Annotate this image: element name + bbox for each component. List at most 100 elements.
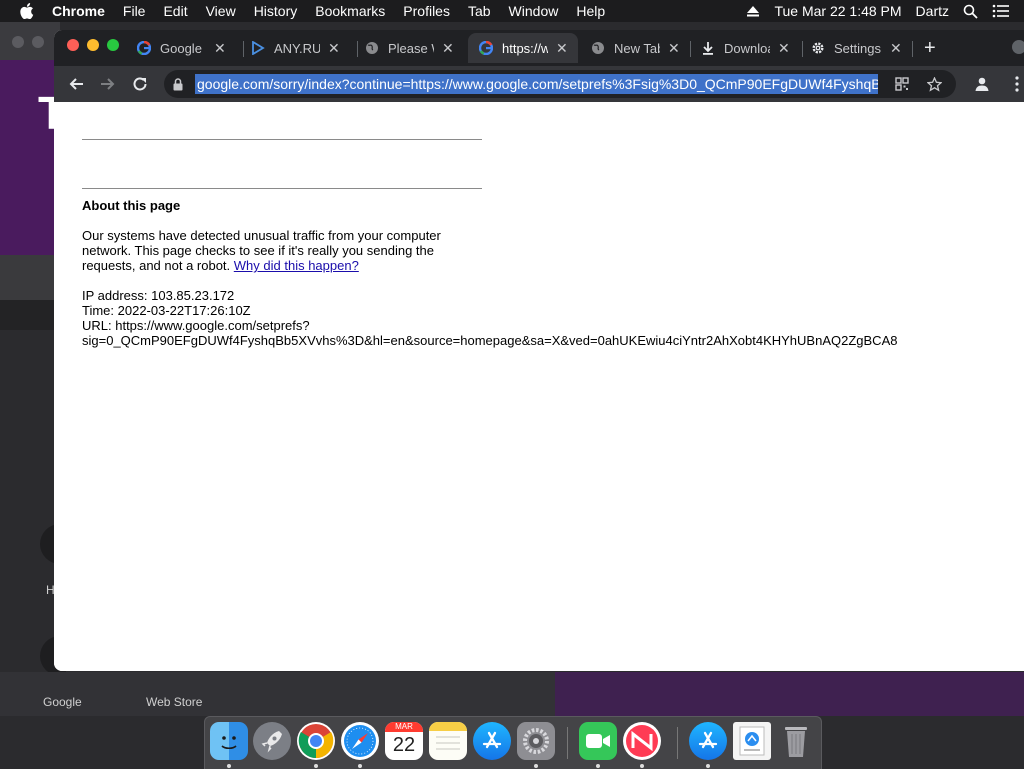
shortcut-google-label[interactable]: Google xyxy=(43,695,82,709)
globe-icon xyxy=(590,40,606,56)
google-icon xyxy=(136,40,152,56)
eject-icon[interactable] xyxy=(746,5,760,17)
download-icon xyxy=(700,40,716,56)
safari-icon[interactable] xyxy=(341,722,379,760)
menu-file[interactable]: File xyxy=(123,3,146,19)
qr-code-icon[interactable] xyxy=(892,77,912,91)
menu-tab[interactable]: Tab xyxy=(468,3,491,19)
calendar-day: 22 xyxy=(392,734,416,756)
more-menu-icon[interactable] xyxy=(1012,74,1022,94)
google-icon xyxy=(478,40,494,56)
tab-title: Please W xyxy=(388,40,434,56)
apple-menu-icon[interactable] xyxy=(20,3,34,19)
minimize-window-button[interactable] xyxy=(87,39,99,51)
divider xyxy=(82,188,482,189)
divider xyxy=(82,139,482,140)
trash-icon[interactable] xyxy=(777,722,815,760)
anyrun-icon xyxy=(250,40,266,56)
spotlight-search-icon[interactable] xyxy=(963,4,978,19)
desktop-background-band xyxy=(0,255,60,300)
zoom-window-button[interactable] xyxy=(107,39,119,51)
url-label: URL: https://www.google.com/setprefs? xyxy=(82,318,310,333)
tab-separator xyxy=(912,41,913,57)
tab-separator xyxy=(243,41,244,57)
launchpad-icon[interactable] xyxy=(253,722,291,760)
profile-avatar-icon[interactable] xyxy=(972,74,992,94)
gear-icon xyxy=(810,40,826,56)
page-content: About this page Our systems have detecte… xyxy=(54,102,1024,671)
notes-icon[interactable] xyxy=(429,722,467,760)
url-text[interactable]: google.com/sorry/index?continue=https://… xyxy=(195,74,878,94)
running-indicator xyxy=(596,764,600,768)
timestamp: Time: 2022-03-22T17:26:10Z xyxy=(82,303,251,318)
close-tab-icon[interactable]: ✕ xyxy=(890,40,902,57)
menu-profiles[interactable]: Profiles xyxy=(403,3,450,19)
tab-anyrun[interactable]: ANY.RUN ✕ xyxy=(250,33,340,63)
app-store-downloads-icon[interactable] xyxy=(689,722,727,760)
menu-history[interactable]: History xyxy=(254,3,298,19)
menu-edit[interactable]: Edit xyxy=(163,3,187,19)
desktop-background-band xyxy=(0,300,60,330)
running-indicator xyxy=(706,764,710,768)
desktop-background-panel xyxy=(0,672,555,716)
running-indicator xyxy=(640,764,644,768)
news-icon[interactable] xyxy=(623,722,661,760)
lock-icon[interactable] xyxy=(173,77,189,91)
tab-please-wait[interactable]: Please W ✕ xyxy=(364,33,454,63)
tab-separator xyxy=(357,41,358,57)
clock[interactable]: Tue Mar 22 1:48 PM xyxy=(774,3,901,19)
close-tab-icon[interactable]: ✕ xyxy=(556,40,568,57)
preview-document-icon[interactable] xyxy=(733,722,771,760)
app-store-icon[interactable] xyxy=(473,722,511,760)
shortcut-web-store-label[interactable]: Web Store xyxy=(146,695,202,709)
running-indicator xyxy=(534,764,538,768)
menu-help[interactable]: Help xyxy=(576,3,605,19)
calendar-month: MAR xyxy=(385,722,423,732)
desktop-background-panel xyxy=(555,672,1024,716)
menu-view[interactable]: View xyxy=(206,3,236,19)
reload-button[interactable] xyxy=(130,74,150,94)
tab-strip: Google C ✕ ANY.RUN ✕ Please W ✕ https xyxy=(54,30,1024,66)
tab-title: https://w xyxy=(502,40,548,56)
tab-title: Settings xyxy=(834,40,881,56)
new-tab-button[interactable]: + xyxy=(924,37,936,60)
finder-icon[interactable] xyxy=(210,722,248,760)
calendar-icon[interactable]: MAR 22 xyxy=(385,722,423,760)
tab-separator xyxy=(802,41,803,57)
browser-toolbar: google.com/sorry/index?continue=https://… xyxy=(54,66,1024,102)
back-button[interactable] xyxy=(66,74,86,94)
ip-address: IP address: 103.85.23.172 xyxy=(82,288,235,303)
tab-settings[interactable]: Settings ✕ xyxy=(810,33,902,63)
menu-bar: Chrome File Edit View History Bookmarks … xyxy=(0,0,1024,22)
address-bar[interactable]: google.com/sorry/index?continue=https://… xyxy=(164,70,956,98)
unusual-traffic-message: Our systems have detected unusual traffi… xyxy=(82,228,462,273)
facetime-icon[interactable] xyxy=(579,722,617,760)
tab-title: Downloa xyxy=(724,40,770,56)
close-tab-icon[interactable]: ✕ xyxy=(668,40,680,57)
bookmark-star-icon[interactable] xyxy=(924,76,944,92)
tab-separator xyxy=(690,41,691,57)
tab-active-sorry-page[interactable]: https://w ✕ xyxy=(468,33,578,63)
menu-bookmarks[interactable]: Bookmarks xyxy=(315,3,385,19)
dock-separator xyxy=(677,727,678,759)
request-info: IP address: 103.85.23.172 Time: 2022-03-… xyxy=(82,288,897,348)
menu-app-name[interactable]: Chrome xyxy=(52,3,105,19)
chrome-icon[interactable] xyxy=(297,722,335,760)
background-window-button xyxy=(12,36,24,48)
close-window-button[interactable] xyxy=(67,39,79,51)
close-tab-icon[interactable]: ✕ xyxy=(442,40,454,57)
control-center-list-icon[interactable] xyxy=(992,4,1010,18)
tab-new-tab[interactable]: New Tab ✕ xyxy=(590,33,680,63)
system-preferences-icon[interactable] xyxy=(517,722,555,760)
tab-google-chrome[interactable]: Google C ✕ xyxy=(136,33,226,63)
why-did-this-happen-link[interactable]: Why did this happen? xyxy=(234,258,359,273)
tab-downloads[interactable]: Downloa ✕ xyxy=(700,33,790,63)
tab-search-icon[interactable] xyxy=(1012,40,1024,54)
close-tab-icon[interactable]: ✕ xyxy=(328,40,340,57)
forward-button[interactable] xyxy=(98,74,118,94)
menu-window[interactable]: Window xyxy=(509,3,559,19)
close-tab-icon[interactable]: ✕ xyxy=(778,40,790,57)
browser-window: Google C ✕ ANY.RUN ✕ Please W ✕ https xyxy=(54,30,1024,671)
user-name[interactable]: Dartz xyxy=(916,3,949,19)
close-tab-icon[interactable]: ✕ xyxy=(214,40,226,57)
